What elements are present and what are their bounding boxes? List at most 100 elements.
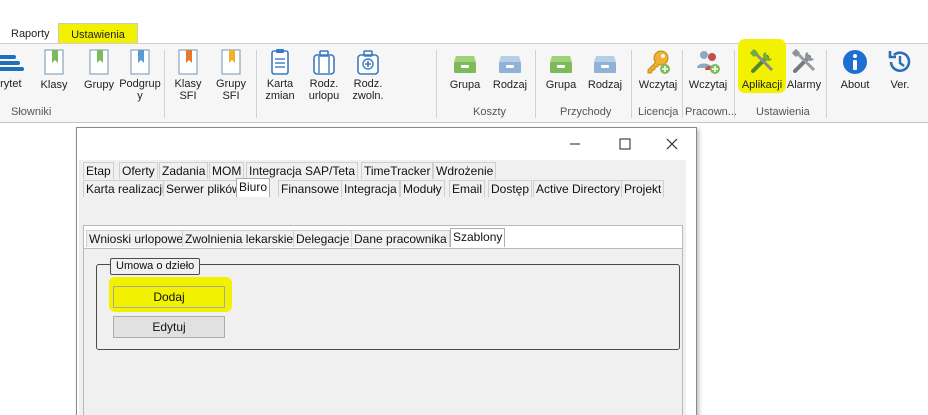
ribbon-btn-licencja-wczytaj[interactable]: Wczytaj — [638, 44, 678, 106]
group-label-slowniki: Słowniki — [11, 106, 52, 118]
history-icon — [888, 51, 911, 72]
ribbon-separator — [682, 50, 683, 118]
ribbon-btn-label: Rodzaj — [492, 79, 528, 91]
ribbon-btn-about[interactable]: About — [837, 44, 873, 106]
ribbon-btn-label: About — [840, 79, 870, 91]
ribbon-btn-koszty-grupa[interactable]: Grupa — [447, 44, 483, 106]
tab-finansowe[interactable]: Finansowe — [278, 180, 343, 197]
priority-icon — [0, 55, 24, 71]
tab-timetracker[interactable]: TimeTracker — [361, 162, 434, 179]
tab-email[interactable]: Email — [449, 180, 486, 197]
ribbon-tab-strip: Raporty Ustawienia — [0, 23, 928, 45]
maximize-icon[interactable] — [615, 134, 635, 154]
tab-integracja[interactable]: Integracja — [341, 180, 400, 197]
tab-page-szablony: Umowa o dzieło Dodaj Edytuj — [84, 248, 682, 415]
tab-biuro[interactable]: Biuro — [236, 178, 271, 197]
ribbon: orytet y Klasy Grupy Podgrup y Kla — [0, 39, 928, 123]
minimize-icon[interactable] — [565, 134, 585, 154]
groupbox-title: Umowa o dzieło — [110, 258, 201, 275]
ribbon-btn-przychody-grupa[interactable]: Grupa — [543, 44, 579, 106]
tab-etap[interactable]: Etap — [83, 162, 114, 179]
drawer-green-icon — [454, 56, 476, 73]
tab-wdrozenie[interactable]: Wdrożenie — [433, 162, 497, 179]
tab-raporty[interactable]: Raporty — [11, 24, 50, 44]
ribbon-btn-label: Grupy SFI — [216, 78, 246, 102]
tab-zadania[interactable]: Zadania — [159, 162, 209, 179]
bookmark-orange-icon — [221, 49, 241, 75]
ribbon-btn-label: orytet y — [0, 78, 22, 90]
ribbon-btn-podgrupy[interactable]: Podgrup y — [119, 44, 161, 106]
ribbon-btn-alarmy[interactable]: Alarmy — [785, 44, 823, 106]
ribbon-btn-ver[interactable]: Ver. — [882, 44, 918, 106]
ribbon-btn-pracownicy-wczytaj[interactable]: Wczytaj — [688, 44, 728, 106]
tab-ustawienia[interactable]: Ustawienia — [58, 23, 138, 45]
tab-szablony[interactable]: Szablony — [450, 228, 506, 247]
ribbon-btn-karta-zmian[interactable]: Karta zmian — [262, 44, 298, 106]
ribbon-btn-label: Grupa — [449, 79, 481, 91]
groupbox-umowa-o-dzielo: Umowa o dzieło Dodaj Edytuj — [96, 258, 680, 350]
ribbon-btn-label: Rodz. urlopu — [308, 78, 340, 102]
tab-wnioski-urlopowe[interactable]: Wnioski urlopowe — [86, 230, 187, 247]
drawer-blue-icon — [499, 56, 521, 73]
edit-button[interactable]: Edytuj — [113, 316, 225, 338]
tab-integracja-sap-teta[interactable]: Integracja SAP/Teta — [246, 162, 359, 179]
medical-kit-icon — [357, 50, 379, 75]
dialog-body: Etap Oferty Zadania MOM Integracja SAP/T… — [79, 160, 686, 415]
tab-active-directory[interactable]: Active Directory — [533, 180, 624, 197]
ribbon-btn-klasy[interactable]: Klasy — [37, 44, 71, 106]
ribbon-btn-priorytety[interactable]: orytet y — [0, 44, 30, 106]
ribbon-btn-koszty-rodzaj[interactable]: Rodzaj — [492, 44, 528, 106]
tab-serwer-plikow[interactable]: Serwer plików — [163, 180, 244, 197]
dialog-title-bar — [77, 128, 696, 160]
ribbon-btn-label: Ver. — [890, 79, 910, 91]
tab-dane-pracownika[interactable]: Dane pracownika — [351, 230, 450, 247]
bookmark-icon — [44, 49, 64, 75]
ribbon-btn-label: Rodzaj — [587, 79, 623, 91]
ribbon-btn-label: Klasy — [40, 79, 68, 91]
tab-moduly[interactable]: Moduły — [400, 180, 445, 197]
settings-dialog: Etap Oferty Zadania MOM Integracja SAP/T… — [76, 127, 697, 415]
ribbon-separator — [164, 50, 165, 118]
ribbon-btn-label: Grupy — [84, 79, 114, 91]
close-icon[interactable] — [662, 134, 682, 154]
ribbon-btn-rodz-urlopu[interactable]: Rodz. urlopu — [306, 44, 342, 106]
ribbon-btn-label: Grupa — [545, 79, 577, 91]
app-window: Raporty Ustawienia orytet y Klasy Grupy — [0, 0, 928, 415]
add-button[interactable]: Dodaj — [113, 286, 225, 308]
ribbon-separator — [436, 50, 437, 118]
group-label-ustawienia: Ustawienia — [756, 106, 810, 118]
bookmark-orange-icon — [178, 49, 198, 75]
ribbon-btn-label: Karta zmian — [265, 78, 295, 102]
tab-projekt[interactable]: Projekt — [621, 180, 665, 197]
ribbon-btn-grupy[interactable]: Grupy — [82, 44, 116, 106]
group-label-przychody: Przychody — [560, 106, 612, 118]
bookmark-icon — [130, 49, 150, 75]
ribbon-btn-rodz-zwoln[interactable]: Rodz. zwoln. — [350, 44, 386, 106]
ribbon-separator — [826, 50, 827, 118]
tab-oferty[interactable]: Oferty — [119, 162, 158, 179]
ribbon-separator — [734, 50, 735, 118]
ribbon-separator — [256, 50, 257, 118]
tab-delegacje[interactable]: Delegacje — [293, 230, 353, 247]
tab-karta-realizacji[interactable]: Karta realizacji — [83, 180, 168, 197]
ribbon-btn-przychody-rodzaj[interactable]: Rodzaj — [587, 44, 623, 106]
ribbon-separator — [535, 50, 536, 118]
tools-icon — [750, 49, 774, 73]
ribbon-btn-aplikacji[interactable]: Aplikacji — [740, 44, 784, 106]
info-icon — [843, 50, 867, 74]
ribbon-btn-grupy-sfi[interactable]: Grupy SFI — [214, 44, 248, 106]
ribbon-btn-label: Podgrup y — [119, 78, 161, 102]
tab-dostep[interactable]: Dostęp — [488, 180, 533, 197]
drawer-green-icon — [550, 56, 572, 73]
key-icon — [647, 50, 670, 74]
ribbon-btn-klasy-sfi[interactable]: Klasy SFI — [171, 44, 205, 106]
bookmark-icon — [89, 49, 109, 75]
clipboard-icon — [271, 49, 289, 75]
ribbon-btn-label: Wczytaj — [638, 79, 678, 91]
tab-zwolnienia-lekarskie[interactable]: Zwolnienia lekarskie — [182, 230, 297, 247]
ribbon-btn-label: Rodz. zwoln. — [352, 78, 384, 102]
group-label-licencja: Licencja — [638, 106, 679, 118]
tools-grey-icon — [792, 49, 816, 73]
tab-page-biuro: Wnioski urlopowe Zwolnienia lekarskie De… — [83, 225, 683, 415]
tab-mom[interactable]: MOM — [209, 162, 245, 179]
